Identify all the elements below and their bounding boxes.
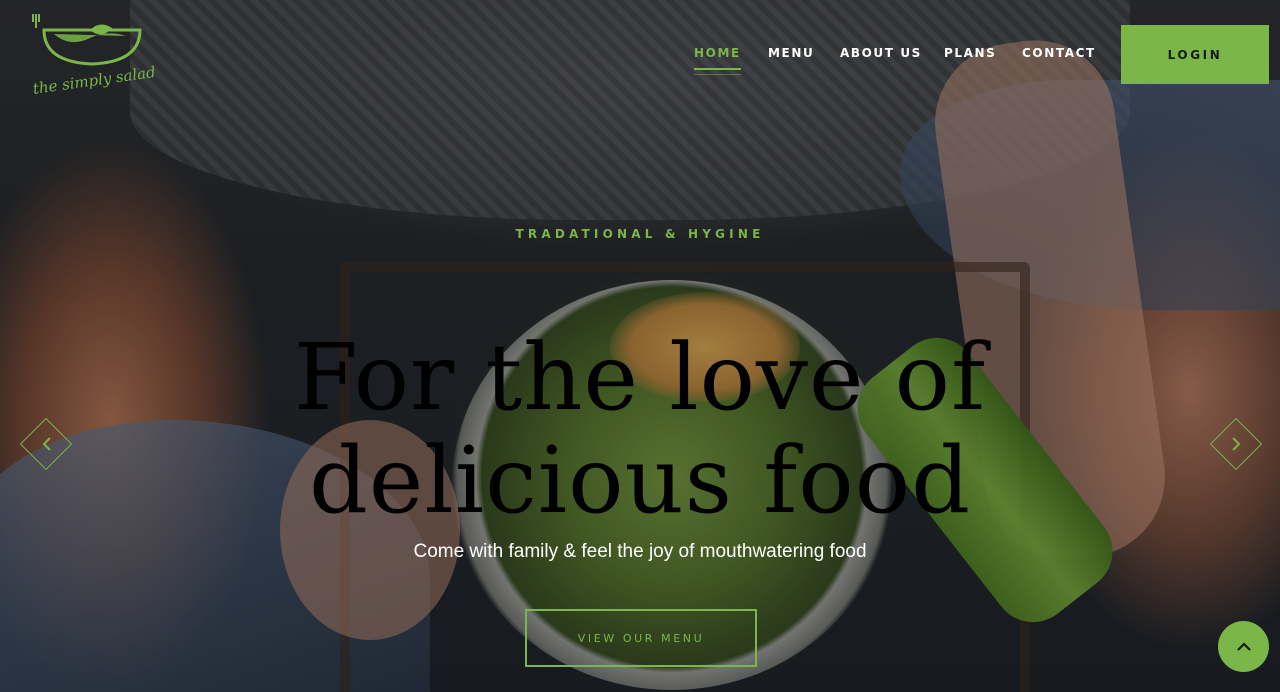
logo-wordmark: the simply salad <box>32 63 155 98</box>
login-button[interactable]: LOGIN <box>1121 25 1269 84</box>
scroll-to-top-button[interactable] <box>1218 621 1269 672</box>
nav-item-contact[interactable]: CONTACT <box>1022 46 1096 60</box>
chevron-up-icon <box>1236 641 1251 651</box>
nav-item-plans[interactable]: PLANS <box>944 46 996 60</box>
nav-item-menu[interactable]: MENU <box>768 46 814 60</box>
chevron-left-icon <box>19 417 73 471</box>
nav-item-home[interactable]: HOME <box>694 46 741 75</box>
slider-next-button[interactable] <box>1205 413 1267 475</box>
hero-headline: For the love of delicious food <box>0 326 1280 532</box>
hero-eyebrow: TRADATIONAL & HYGINE <box>515 227 765 241</box>
salad-bowl-logo-icon: the simply salad <box>32 14 157 98</box>
slider-prev-button[interactable] <box>15 413 77 475</box>
site-logo[interactable]: the simply salad <box>30 8 157 100</box>
chevron-right-icon <box>1209 417 1263 471</box>
view-menu-button[interactable]: VIEW OUR MENU <box>525 609 757 667</box>
hero-headline-line1: For the love of <box>293 324 987 431</box>
hero-headline-line2: delicious food <box>309 427 971 534</box>
nav-item-about-us[interactable]: ABOUT US <box>840 46 922 60</box>
hero-subline: Come with family & feel the joy of mouth… <box>413 541 867 562</box>
